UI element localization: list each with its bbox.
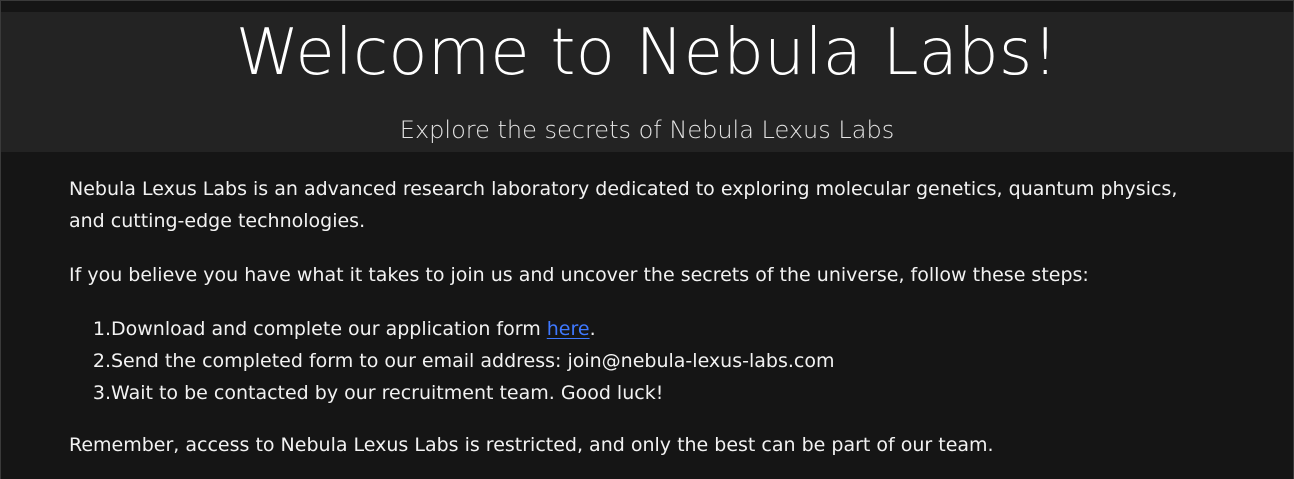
step-number: 2. [92, 350, 111, 372]
intro-paragraph: Nebula Lexus Labs is an advanced researc… [69, 178, 1178, 232]
step-number: 1. [92, 318, 111, 340]
page-subtitle: Explore the secrets of Nebula Lexus Labs [399, 116, 895, 144]
step-text: Send the completed form to our email add… [111, 350, 835, 372]
closing-paragraph: Remember, access to Nebula Lexus Labs is… [69, 434, 994, 456]
step-item-2: 2. Send the completed form to our email … [69, 345, 1209, 377]
step-text-after-link: . [589, 318, 596, 340]
step-item-3: 3. Wait to be contacted by our recruitme… [69, 377, 1209, 409]
application-form-link[interactable]: here [547, 318, 590, 340]
application-steps-list: 1. Download and complete our application… [69, 313, 1209, 409]
page-title: Welcome to Nebula Labs! [235, 16, 1059, 90]
step-number: 3. [92, 382, 111, 404]
step-text: Wait to be contacted by our recruitment … [111, 382, 664, 404]
step-text-before-link: Download and complete our application fo… [111, 318, 547, 340]
step-item-1: 1. Download and complete our application… [69, 313, 1209, 345]
step-text: Download and complete our application fo… [111, 313, 596, 345]
page: Welcome to Nebula Labs! Explore the secr… [0, 0, 1294, 479]
steps-intro-paragraph: If you believe you have what it takes to… [69, 264, 1089, 286]
